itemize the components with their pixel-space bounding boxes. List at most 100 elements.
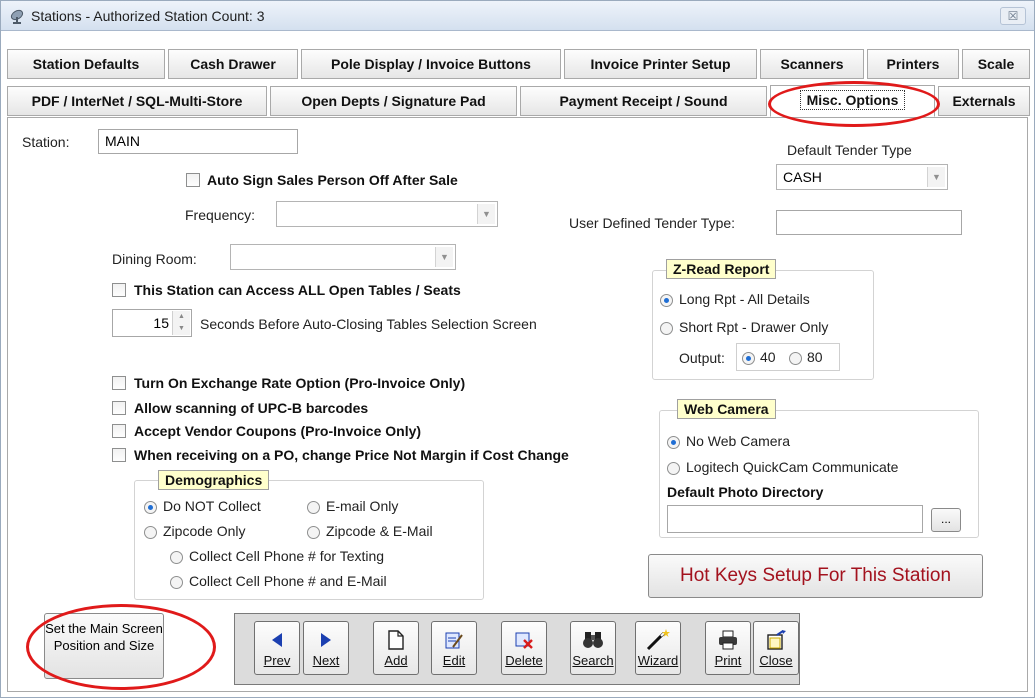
- zread-output-80-label: 80: [807, 349, 823, 365]
- demo-email-only-label: E-mail Only: [326, 498, 399, 514]
- prev-button[interactable]: Prev: [254, 621, 300, 675]
- auto-sign-off-checkbox[interactable]: [186, 173, 200, 187]
- zread-output-40-label: 40: [760, 349, 776, 365]
- dining-room-select[interactable]: ▼: [230, 244, 456, 270]
- next-label: Next: [312, 653, 340, 668]
- search-button[interactable]: Search: [570, 621, 616, 675]
- demo-zipcode-only-radio[interactable]: [144, 526, 157, 539]
- edit-button[interactable]: Edit: [431, 621, 477, 675]
- demographics-legend: Demographics: [158, 470, 270, 490]
- delete-button[interactable]: Delete: [501, 621, 547, 675]
- demo-do-not-collect-radio[interactable]: [144, 501, 157, 514]
- zread-output-40-radio[interactable]: [742, 352, 755, 365]
- close-button[interactable]: Close: [753, 621, 799, 675]
- tab-pdf-internet[interactable]: PDF / InterNet / SQL-Multi-Store: [7, 86, 267, 116]
- default-tender-select[interactable]: CASH ▼: [776, 164, 948, 190]
- dining-room-label: Dining Room:: [112, 251, 197, 267]
- spin-up-icon[interactable]: ▲: [173, 311, 190, 323]
- hot-keys-setup-button[interactable]: Hot Keys Setup For This Station: [648, 554, 983, 598]
- demo-zipcode-email-radio[interactable]: [307, 526, 320, 539]
- tab-externals[interactable]: Externals: [938, 86, 1030, 116]
- access-all-tables-checkbox[interactable]: [112, 283, 126, 297]
- binoculars-icon: [583, 632, 603, 648]
- print-button[interactable]: Print: [705, 621, 751, 675]
- default-tender-label: Default Tender Type: [787, 142, 912, 158]
- next-arrow-icon: [321, 633, 331, 647]
- next-button[interactable]: Next: [303, 621, 349, 675]
- frequency-select[interactable]: ▼: [276, 201, 498, 227]
- add-button[interactable]: Add: [373, 621, 419, 675]
- close-label: Close: [759, 653, 793, 668]
- auto-close-seconds-value: 15: [153, 315, 169, 331]
- chevron-down-icon: ▼: [477, 204, 495, 224]
- access-all-tables-label: This Station can Access ALL Open Tables …: [134, 282, 461, 298]
- station-label: Station:: [22, 134, 70, 150]
- demo-cell-email-radio[interactable]: [170, 576, 183, 589]
- zread-long-radio[interactable]: [660, 294, 673, 307]
- demo-zipcode-email-label: Zipcode & E-Mail: [326, 523, 433, 539]
- demo-do-not-collect-label: Do NOT Collect: [163, 498, 261, 514]
- station-input[interactable]: MAIN: [98, 129, 298, 154]
- default-tender-value: CASH: [783, 169, 822, 185]
- tab-open-depts[interactable]: Open Depts / Signature Pad: [270, 86, 517, 116]
- title-bar: Stations - Authorized Station Count: 3 ☒: [1, 1, 1034, 31]
- user-tender-label: User Defined Tender Type:: [569, 215, 736, 231]
- spin-down-icon[interactable]: ▼: [173, 323, 190, 335]
- tab-payment-receipt[interactable]: Payment Receipt / Sound: [520, 86, 767, 116]
- frequency-label: Frequency:: [185, 207, 256, 223]
- browse-directory-button[interactable]: ...: [931, 508, 961, 532]
- demo-cell-texting-radio[interactable]: [170, 551, 183, 564]
- zread-output-80-radio[interactable]: [789, 352, 802, 365]
- prev-label: Prev: [263, 653, 291, 668]
- wizard-label: Wizard: [637, 653, 679, 668]
- close-window-icon[interactable]: ☒: [1000, 7, 1026, 25]
- po-price-margin-label: When receiving on a PO, change Price Not…: [134, 447, 569, 463]
- photo-directory-input[interactable]: [667, 505, 923, 533]
- auto-close-label: Seconds Before Auto-Closing Tables Selec…: [200, 316, 537, 332]
- satellite-dish-icon: [10, 9, 24, 24]
- new-document-icon: [388, 630, 404, 650]
- misc-options-panel: Station: MAIN Auto Sign Sales Person Off…: [7, 117, 1028, 692]
- tab-pole-display[interactable]: Pole Display / Invoice Buttons: [301, 49, 561, 79]
- tab-misc-options-label: Misc. Options: [799, 90, 906, 110]
- tab-misc-options[interactable]: Misc. Options: [770, 85, 935, 117]
- close-door-icon: [767, 630, 786, 650]
- tab-station-defaults[interactable]: Station Defaults: [7, 49, 165, 79]
- nav-toolbar: Prev Next Add Edit Delete Search Wizard …: [234, 613, 800, 685]
- demo-email-only-radio[interactable]: [307, 501, 320, 514]
- exchange-rate-checkbox[interactable]: [112, 376, 126, 390]
- tab-invoice-printer-setup[interactable]: Invoice Printer Setup: [564, 49, 757, 79]
- window-title: Stations - Authorized Station Count: 3: [31, 8, 265, 24]
- vendor-coupons-checkbox[interactable]: [112, 424, 126, 438]
- zread-short-radio[interactable]: [660, 322, 673, 335]
- webcam-logitech-label: Logitech QuickCam Communicate: [686, 459, 899, 475]
- delete-document-icon: [515, 632, 533, 649]
- upc-b-label: Allow scanning of UPC-B barcodes: [134, 400, 369, 416]
- webcam-none-radio[interactable]: [667, 436, 680, 449]
- zread-legend: Z-Read Report: [666, 259, 777, 279]
- user-tender-input[interactable]: [776, 210, 962, 235]
- edit-document-icon: [445, 632, 463, 649]
- chevron-down-icon: ▼: [435, 247, 453, 267]
- auto-close-seconds-spinner[interactable]: 15 ▲ ▼: [112, 309, 192, 337]
- spinner-buttons[interactable]: ▲ ▼: [172, 311, 190, 335]
- upc-b-checkbox[interactable]: [112, 401, 126, 415]
- vendor-coupons-label: Accept Vendor Coupons (Pro-Invoice Only): [134, 423, 422, 439]
- tab-printers[interactable]: Printers: [867, 49, 959, 79]
- auto-sign-off-label: Auto Sign Sales Person Off After Sale: [207, 172, 458, 188]
- prev-arrow-icon: [272, 633, 282, 647]
- tab-cash-drawer[interactable]: Cash Drawer: [168, 49, 298, 79]
- webcam-logitech-radio[interactable]: [667, 462, 680, 475]
- magic-wand-icon: [646, 629, 670, 651]
- po-price-margin-checkbox[interactable]: [112, 448, 126, 462]
- webcam-none-label: No Web Camera: [686, 433, 791, 449]
- chevron-down-icon: ▼: [927, 167, 945, 187]
- wizard-button[interactable]: Wizard: [635, 621, 681, 675]
- main-screen-position-button[interactable]: Set the Main Screen Position and Size: [44, 613, 164, 679]
- delete-label: Delete: [505, 653, 543, 668]
- tab-scale[interactable]: Scale: [962, 49, 1030, 79]
- demo-cell-texting-label: Collect Cell Phone # for Texting: [189, 548, 385, 564]
- zread-output-label: Output:: [679, 350, 725, 366]
- tab-scanners[interactable]: Scanners: [760, 49, 864, 79]
- add-label: Add: [384, 653, 408, 668]
